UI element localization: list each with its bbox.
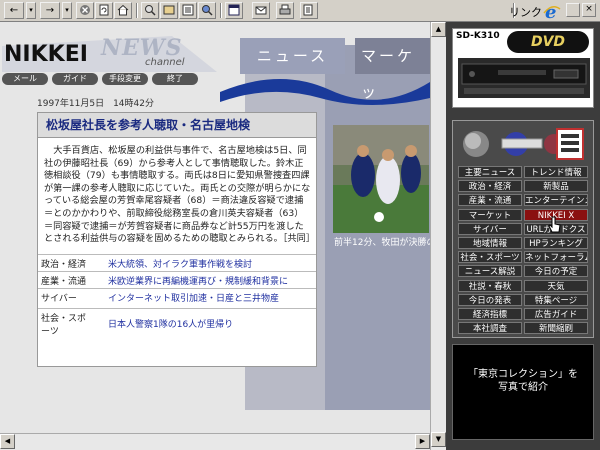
related-category: 産業・流通 xyxy=(41,277,87,287)
nav-menu-item[interactable]: 主要ニュース xyxy=(458,166,522,178)
related-row: サイバー インターネット取引加速・日産と三井物産 xyxy=(38,288,316,308)
related-link[interactable]: インターネット取引加速・日産と三井物産 xyxy=(108,289,279,306)
nav-menu-item[interactable]: 経済指標 xyxy=(458,308,522,320)
related-row: 社会・スポーツ 日本人警察1隊の16人が里帰り xyxy=(38,308,316,337)
minimize-button[interactable] xyxy=(566,3,580,17)
nav-menu-item[interactable]: HPランキング xyxy=(524,237,588,249)
promo-line: 「東京コレクション」を xyxy=(468,369,578,380)
related-row: 産業・流通 米欧逆業界に再編機運再び・規制緩和背景に xyxy=(38,271,316,288)
nav-menu-item[interactable]: 本社調査 xyxy=(458,322,522,334)
toolbar-separator xyxy=(220,3,222,18)
pointer-cursor-icon xyxy=(548,216,561,233)
nav-menu-item[interactable]: 社説・春秋 xyxy=(458,280,522,292)
history-icon[interactable] xyxy=(179,2,197,19)
tab-market[interactable]: マーケッ xyxy=(355,38,430,101)
svg-text:e: e xyxy=(545,2,556,21)
pill-change[interactable]: 手段変更 xyxy=(102,73,148,85)
scroll-left-icon[interactable]: ◀ xyxy=(0,434,15,449)
nav-menu-item[interactable]: 今日の発表 xyxy=(458,294,522,306)
related-category: 政治・経済 xyxy=(41,260,87,270)
logo-nikkei: NIKKEI xyxy=(4,42,88,67)
links-label[interactable]: リンク xyxy=(509,4,542,20)
ad-brand-logo: DVD xyxy=(507,31,589,53)
nav-menu-item[interactable]: 広告ガイド xyxy=(524,308,588,320)
pill-guide[interactable]: ガイド xyxy=(52,73,98,85)
forward-dropdown-icon[interactable]: ▾ xyxy=(62,2,72,19)
related-link[interactable]: 米欧逆業界に再編機運再び・規制緩和背景に xyxy=(108,272,288,289)
logo-channel: channel xyxy=(145,57,185,68)
navigation-header-graphic xyxy=(463,128,584,160)
nav-menu-item[interactable]: 特集ページ xyxy=(524,294,588,306)
dvd-player-image xyxy=(458,58,590,98)
decorative-swoosh xyxy=(220,78,430,105)
related-category: サイバー xyxy=(41,294,77,304)
nav-menu-item[interactable]: トレンド情報 xyxy=(524,166,588,178)
home-icon[interactable] xyxy=(114,2,132,19)
article-timestamp: 1997年11月5日 14時42分 xyxy=(37,99,154,109)
nav-menu-item[interactable]: ネットフォーラム xyxy=(524,251,588,263)
vertical-scrollbar[interactable]: ▲ ▼ xyxy=(430,22,446,450)
news-photo[interactable] xyxy=(333,125,429,233)
promo-text: 「東京コレクション」を 写真で紹介 xyxy=(452,368,594,394)
nav-menu-item[interactable]: 新聞縮刷 xyxy=(524,322,588,334)
edit-icon[interactable] xyxy=(300,2,318,19)
article-body: 大手百貨店、松坂屋の利益供与事件で、名古屋地検は5日、同社の伊藤昭社長（69）か… xyxy=(44,145,316,245)
nav-menu-item[interactable]: 政治・経済 xyxy=(458,180,522,192)
channels-icon[interactable] xyxy=(198,2,216,19)
fullscreen-icon[interactable] xyxy=(225,2,243,19)
related-row: 政治・経済 米大統領、対イラク軍事作戦を検討 xyxy=(38,254,316,271)
mail-icon[interactable] xyxy=(252,2,270,19)
scroll-right-icon[interactable]: ▶ xyxy=(415,434,430,449)
nav-menu-item[interactable]: エンターテインメント xyxy=(524,194,588,206)
toolbar-separator xyxy=(136,3,138,18)
nav-menu-item[interactable]: マーケット xyxy=(458,209,522,221)
stop-icon[interactable] xyxy=(76,2,94,19)
nav-menu-item[interactable]: 地域情報 xyxy=(458,237,522,249)
favorites-icon[interactable] xyxy=(160,2,178,19)
nav-menu-item[interactable]: ニュース解説 xyxy=(458,265,522,277)
scroll-down-icon[interactable]: ▼ xyxy=(431,432,446,447)
promo-line: 写真で紹介 xyxy=(498,382,548,393)
back-dropdown-icon[interactable]: ▾ xyxy=(26,2,36,19)
related-category: 社会・スポーツ xyxy=(41,314,87,337)
nav-menu-item[interactable]: 天気 xyxy=(524,280,588,292)
browser-logo-icon: e xyxy=(542,1,562,23)
horizontal-scrollbar[interactable]: ◀ ▶ xyxy=(0,433,430,450)
nav-menu-item[interactable]: 産業・流通 xyxy=(458,194,522,206)
nav-menu-item[interactable]: 社会・スポーツ xyxy=(458,251,522,263)
back-button[interactable]: ← xyxy=(4,2,24,19)
tab-news[interactable]: ニュース xyxy=(240,38,345,74)
window-controls: × xyxy=(566,3,598,18)
related-link[interactable]: 日本人警察1隊の16人が里帰り xyxy=(108,315,233,332)
pill-exit[interactable]: 終了 xyxy=(152,73,198,85)
photo-caption: 前半12分、牧田が決勝のシュートを決める（手 xyxy=(334,238,430,248)
nav-menu-item[interactable]: サイバー xyxy=(458,223,522,235)
pill-mail[interactable]: メール xyxy=(2,73,48,85)
search-icon[interactable] xyxy=(141,2,159,19)
forward-button[interactable]: → xyxy=(40,2,60,19)
scroll-up-icon[interactable]: ▲ xyxy=(431,22,446,37)
refresh-icon[interactable] xyxy=(95,2,113,19)
close-button[interactable]: × xyxy=(582,3,596,17)
print-icon[interactable] xyxy=(276,2,294,19)
ad-model-name: SD-K310 xyxy=(456,31,500,41)
article-title: 松坂屋社長を参考人聴取・名古屋地検 xyxy=(37,112,317,138)
nav-menu-item[interactable]: 新製品 xyxy=(524,180,588,192)
related-link[interactable]: 米大統領、対イラク軍事作戦を検討 xyxy=(108,255,252,272)
nav-menu-item[interactable]: 今日の予定 xyxy=(524,265,588,277)
browser-toolbar: ← ▾ → ▾ リンク e × xyxy=(0,0,600,23)
